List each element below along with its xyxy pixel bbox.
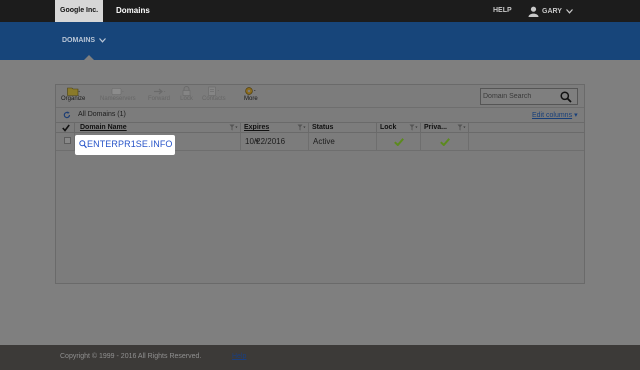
- forward-label: Forward: [148, 96, 171, 102]
- tab-pointer: [84, 55, 94, 60]
- more-label: More: [244, 96, 258, 102]
- lock-cell: [377, 133, 421, 151]
- column-status[interactable]: Status: [309, 123, 377, 133]
- check-icon: [440, 138, 450, 146]
- brand-label[interactable]: Google Inc.: [55, 0, 104, 22]
- check-icon: [394, 138, 404, 146]
- privacy-cell: [421, 133, 469, 151]
- chevron-down-icon: [566, 8, 573, 14]
- user-menu[interactable]: GARY: [528, 3, 576, 19]
- magnifier-icon: [79, 140, 87, 149]
- column-lock[interactable]: Lock: [377, 123, 421, 133]
- user-name: GARY: [542, 7, 562, 15]
- server-icon: [111, 86, 124, 96]
- forward-icon: [153, 86, 166, 96]
- lock-button[interactable]: Lock: [180, 86, 193, 102]
- expires-cell: 10/22/2016: [241, 133, 309, 151]
- select-all-cell: [56, 123, 75, 133]
- user-icon: [528, 6, 539, 17]
- row-select-cell: [56, 133, 75, 151]
- contacts-label: Contacts: [202, 96, 226, 102]
- domain-link-highlight[interactable]: ENTERPR1SE.INFO: [75, 135, 175, 155]
- filter-icon[interactable]: [297, 124, 306, 131]
- domain-name-link[interactable]: ENTERPR1SE.INFO: [87, 139, 173, 149]
- column-privacy-label: Priva...: [424, 124, 447, 131]
- copyright-text: Copyright © 1999 - 2016 All Rights Reser…: [60, 353, 202, 360]
- footer: Copyright © 1999 - 2016 All Rights Reser…: [0, 345, 640, 370]
- filter-icon[interactable]: [229, 124, 238, 131]
- status-cell: Active: [309, 133, 377, 151]
- tab-domains[interactable]: DOMAINS: [62, 37, 107, 44]
- forward-button[interactable]: Forward: [148, 86, 170, 102]
- edit-columns-link[interactable]: Edit columns ▾: [532, 111, 578, 119]
- column-expires[interactable]: Expires: [241, 123, 309, 133]
- list-title: All Domains (1): [78, 111, 126, 118]
- search-icon[interactable]: [560, 91, 572, 103]
- table-header: Domain Name Expires Status Lock Priva...: [56, 122, 584, 133]
- domain-search-input[interactable]: [483, 90, 553, 103]
- nameservers-button[interactable]: Nameservers: [100, 86, 136, 102]
- select-all-checkbox[interactable]: [62, 124, 70, 132]
- column-privacy[interactable]: Priva...: [421, 123, 469, 133]
- product-label[interactable]: Domains: [108, 0, 158, 22]
- column-lock-label: Lock: [380, 124, 397, 131]
- column-domain-name-label: Domain Name: [80, 124, 127, 131]
- filter-icon[interactable]: [409, 124, 418, 131]
- top-bar: Google Inc. Domains HELP GARY: [0, 0, 640, 22]
- contacts-button[interactable]: Contacts: [202, 86, 226, 102]
- domain-search: [480, 88, 578, 105]
- toolbar: Organize Nameservers Forward Lock Contac…: [56, 85, 584, 108]
- column-status-label: Status: [312, 124, 334, 131]
- filter-icon[interactable]: [457, 124, 466, 131]
- footer-help-link[interactable]: Help: [232, 353, 246, 360]
- more-button[interactable]: More: [244, 86, 258, 102]
- organize-button[interactable]: Organize: [61, 86, 85, 102]
- contacts-icon: [207, 86, 220, 96]
- column-domain-name[interactable]: Domain Name: [75, 123, 241, 133]
- folder-icon: [66, 86, 80, 96]
- chevron-down-icon: [99, 38, 107, 43]
- caret-down-icon: ▾: [574, 112, 578, 119]
- row-checkbox[interactable]: [64, 137, 71, 144]
- refresh-icon[interactable]: [63, 111, 71, 119]
- tab-domains-label: DOMAINS: [62, 37, 96, 44]
- domain-panel: Organize Nameservers Forward Lock Contac…: [55, 84, 585, 284]
- gear-icon: [244, 86, 257, 96]
- lock-label: Lock: [180, 96, 193, 102]
- help-link[interactable]: HELP: [493, 0, 512, 22]
- nav-bar: DOMAINS: [0, 22, 640, 60]
- lock-icon: [180, 86, 193, 96]
- nameservers-label: Nameservers: [100, 96, 136, 102]
- edit-columns-label: Edit columns: [532, 112, 573, 119]
- organize-label: Organize: [61, 96, 86, 102]
- list-header: All Domains (1) Edit columns ▾: [56, 109, 584, 122]
- column-expires-label: Expires: [244, 124, 270, 131]
